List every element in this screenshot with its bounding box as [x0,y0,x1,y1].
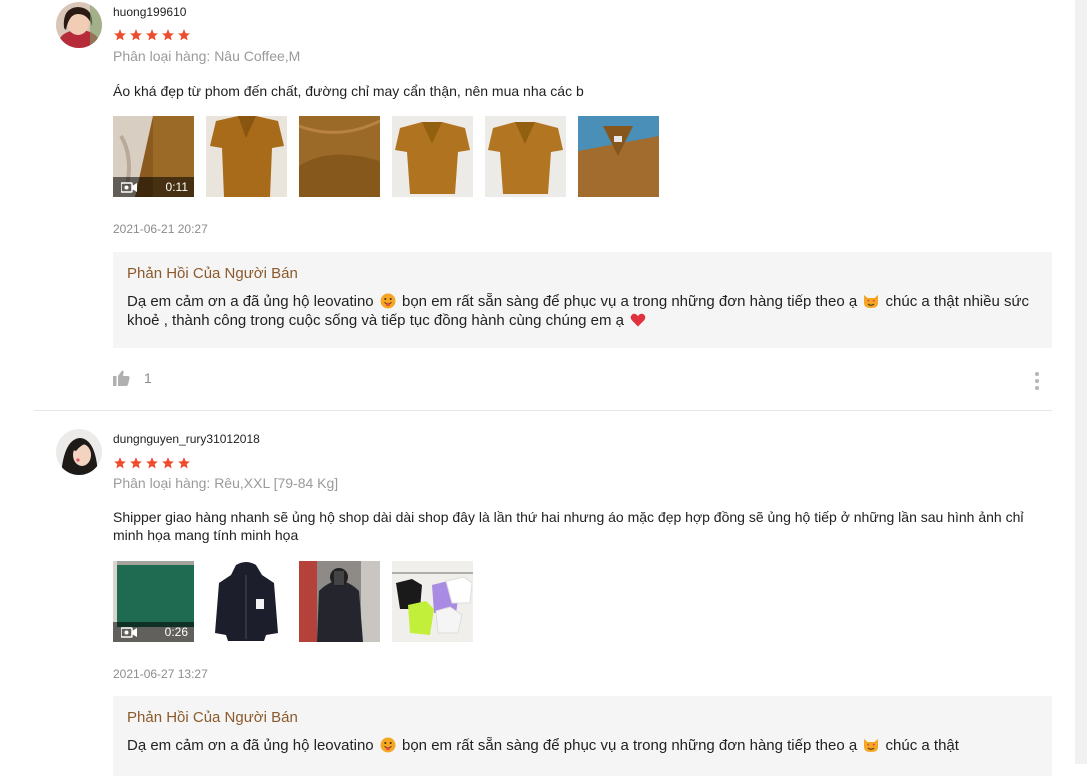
video-thumbnail[interactable]: 0:11 [113,116,194,197]
heart-eyes-cat-emoji-icon [864,295,879,308]
review-photo[interactable] [299,561,380,642]
review-photo[interactable] [578,116,659,197]
star-icon [178,29,190,41]
video-thumbnail[interactable]: 0:26 [113,561,194,642]
star-icon [130,29,142,41]
review-comment: Shipper giao hàng nhanh sẽ ủng hộ shop d… [113,509,1024,543]
review-timestamp: 2021-06-27 13:27 [113,667,208,681]
star-icon [162,457,174,469]
video-duration: 0:11 [165,180,188,194]
heart-eyes-cat-emoji-icon [864,739,879,752]
scrollbar[interactable] [1075,0,1087,764]
reviewer-username[interactable]: huong199610 [113,5,186,19]
rating-stars [113,28,191,42]
seller-reply-text: Dạ em cảm ơn a đã ủng hộ leovatino bọn e… [127,737,959,754]
review-photo[interactable] [206,561,287,642]
star-icon [162,29,174,41]
review-photo[interactable] [299,116,380,197]
review-comment: Áo khá đẹp từ phom đến chất, đường chỉ m… [113,83,584,99]
like-row: 1 [113,370,152,386]
tongue-face-emoji-icon [380,293,396,309]
video-bar: 0:11 [113,177,194,197]
avatar[interactable] [56,2,102,48]
star-icon [130,457,142,469]
tongue-face-emoji-icon [380,737,396,753]
review-photo[interactable] [392,116,473,197]
star-icon [178,457,190,469]
heart-emoji-icon [630,313,646,327]
reviewer-username[interactable]: dungnguyen_rury31012018 [113,432,260,446]
rating-stars [113,456,191,470]
star-icon [114,29,126,41]
product-variation: Phân loại hàng: Rêu,XXL [79-84 Kg] [113,475,339,491]
review-photo[interactable] [485,116,566,197]
product-variation: Phân loại hàng: Nâu Coffee,M [113,48,301,64]
video-camera-icon [121,626,137,638]
video-bar: 0:26 [113,622,194,642]
like-count: 1 [144,370,152,386]
star-icon [114,457,126,469]
review-photo[interactable] [392,561,473,642]
thumbs-up-icon[interactable] [113,370,130,386]
review-timestamp: 2021-06-21 20:27 [113,222,208,236]
seller-reply-text: Dạ em cảm ơn a đã ủng hộ leovatino bọn e… [127,293,1030,329]
review-media: 0:26 [113,561,473,642]
avatar[interactable] [56,429,102,475]
review-divider [34,410,1052,411]
star-icon [146,457,158,469]
review-photo[interactable] [206,116,287,197]
star-icon [146,29,158,41]
review-media: 0:11 [113,116,659,197]
seller-reply: Phản Hồi Của Người Bán Dạ em cảm ơn a đã… [113,696,1052,776]
video-camera-icon [121,181,137,193]
seller-reply-title: Phản Hồi Của Người Bán [127,709,298,726]
video-duration: 0:26 [164,625,188,639]
more-options-icon[interactable] [1035,372,1039,390]
seller-reply: Phản Hồi Của Người Bán Dạ em cảm ơn a đã… [113,252,1052,348]
seller-reply-title: Phản Hồi Của Người Bán [127,265,298,282]
